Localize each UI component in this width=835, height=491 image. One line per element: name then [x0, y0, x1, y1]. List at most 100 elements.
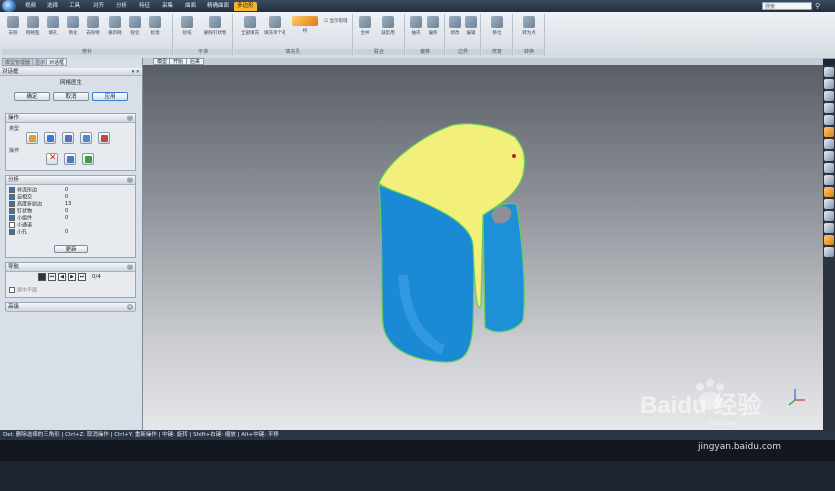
cancel-button[interactable]: 取消 — [53, 92, 89, 101]
ribbon-btn-shell[interactable]: 抽壳 — [409, 16, 423, 36]
heal-op-button[interactable] — [82, 153, 94, 165]
ok-button[interactable]: 确定 — [14, 92, 50, 101]
ribbon-btn-fill[interactable]: 填孔 — [46, 16, 60, 36]
type-btn-1[interactable] — [44, 132, 56, 144]
expand-icon[interactable]: v — [127, 304, 133, 310]
menu-tab-select[interactable]: 选择 — [44, 2, 61, 11]
menu-tab-exact-surface[interactable]: 精确曲面 — [204, 2, 232, 11]
update-button[interactable]: 更新 — [54, 245, 88, 253]
collapse-icon[interactable]: ^ — [127, 115, 133, 121]
view-iso-icon[interactable] — [824, 103, 834, 113]
collapse-icon[interactable]: ^ — [127, 177, 133, 183]
analysis-row[interactable]: 小孔 0 — [9, 229, 129, 236]
next-button[interactable]: ▶ — [68, 273, 76, 281]
panel-close-icon[interactable]: ▾ ✕ — [132, 68, 140, 76]
view-top-icon[interactable] — [824, 91, 834, 101]
apply-button[interactable]: 应用 — [92, 92, 128, 101]
menu-tab-feature[interactable]: 特征 — [136, 2, 153, 11]
checkbox[interactable] — [9, 287, 15, 293]
checkbox[interactable] — [9, 215, 15, 221]
ribbon-btn-merge[interactable]: 合并 — [358, 16, 372, 36]
view-front-icon[interactable] — [824, 67, 834, 77]
ribbon-btn-remove-feature[interactable]: 去除特征 — [86, 16, 100, 36]
color-icon[interactable] — [824, 235, 834, 245]
paint-select-icon[interactable] — [824, 187, 834, 197]
ribbon-btn-remesh[interactable]: 重新网格化 — [108, 16, 122, 36]
last-button[interactable]: ⏭ — [78, 273, 86, 281]
wireframe-icon[interactable] — [824, 211, 834, 221]
type-btn-4[interactable] — [98, 132, 110, 144]
analysis-row[interactable]: 自相交 0 — [9, 194, 129, 201]
fill-all-icon — [244, 16, 256, 28]
pan-icon[interactable] — [824, 163, 834, 173]
checkbox[interactable] — [9, 208, 15, 214]
menu-tab-surface[interactable]: 曲面 — [182, 2, 199, 11]
ribbon-btn-shift[interactable]: 移位 — [490, 16, 504, 36]
first-button[interactable]: ⏮ — [48, 273, 56, 281]
checkbox[interactable] — [9, 222, 15, 228]
ribbon-btn-offset[interactable]: 偏移 — [426, 16, 440, 36]
zoom-icon[interactable] — [824, 115, 834, 125]
checkbox[interactable] — [9, 194, 15, 200]
ribbon-btn-to-points[interactable]: 转为点 — [522, 16, 536, 36]
analysis-row-label: 自相交 — [17, 194, 33, 201]
app-logo[interactable] — [2, 0, 16, 12]
type-btn-2[interactable] — [62, 132, 74, 144]
rotate-icon[interactable] — [824, 151, 834, 161]
menu-tab-align[interactable]: 对齐 — [90, 2, 107, 11]
select-op-button[interactable] — [64, 153, 76, 165]
ribbon-btn-edit[interactable]: 编辑 — [464, 16, 478, 36]
checkbox[interactable] — [9, 187, 15, 193]
collapse-icon[interactable]: ^ — [127, 264, 133, 270]
ribbon-btn-remove[interactable]: 去除 — [6, 16, 20, 36]
menu-tab-capture[interactable]: 采集 — [159, 2, 176, 11]
center-plane-option[interactable]: 居中平面 — [9, 287, 129, 294]
menu-tab-analysis[interactable]: 分析 — [113, 2, 130, 11]
analysis-row[interactable]: 高度折射边 13 — [9, 201, 129, 208]
tab-dialog[interactable]: 对话框 — [46, 58, 68, 66]
ribbon-btn-modify[interactable]: 修改 — [448, 16, 462, 36]
ribbon-btn-bridge[interactable]: 桥 — [290, 16, 320, 34]
tab-model-manager[interactable]: 模型管理器 — [2, 58, 34, 66]
tab-start[interactable]: 开始 — [169, 58, 188, 65]
ribbon-btn-fill-all[interactable]: 全部填充 — [240, 16, 260, 36]
ribbon-btn-sandpaper[interactable]: 砂纸 — [180, 16, 194, 36]
ribbon-btn-mesh-doctor[interactable]: 网格医生 — [26, 16, 40, 36]
type-btn-auto[interactable] — [26, 132, 38, 144]
operations-header[interactable]: 操作 ^ — [6, 114, 135, 123]
type-btn-3[interactable] — [80, 132, 92, 144]
ribbon-btn-remove-spikes[interactable]: 删除钉状物 — [204, 16, 226, 36]
settings-icon[interactable] — [824, 247, 834, 257]
view-back-icon[interactable] — [824, 79, 834, 89]
search-input[interactable]: 搜索 — [762, 2, 812, 10]
menu-tab-polygon[interactable]: 多边形 — [234, 2, 257, 11]
ribbon-btn-trim[interactable]: 裁剪用 — [378, 16, 398, 36]
shading-icon[interactable] — [824, 199, 834, 209]
points-icon[interactable] — [824, 223, 834, 233]
show-cracks-checkbox[interactable]: ☑ 显示裂缝 — [324, 18, 347, 24]
navigation-header[interactable]: 导航 ^ — [6, 263, 135, 272]
advanced-header[interactable]: 高级 v — [6, 303, 135, 312]
stop-button[interactable] — [38, 273, 46, 281]
select-tool-icon[interactable] — [824, 127, 834, 137]
checkbox[interactable] — [9, 201, 15, 207]
tab-after[interactable]: 后来 — [186, 58, 205, 65]
ribbon-btn-sharpen[interactable]: 锐化 — [128, 16, 142, 36]
analysis-row[interactable]: 小组件 0 — [9, 215, 129, 222]
analysis-row[interactable]: 小通道 — [9, 222, 129, 229]
ribbon-btn-simplify[interactable]: 简化 — [66, 16, 80, 36]
menu-tab-tools[interactable]: 工具 — [66, 2, 83, 11]
fit-icon[interactable] — [824, 139, 834, 149]
ribbon-btn-relax[interactable]: 松弛 — [148, 16, 162, 36]
shift-icon — [491, 16, 503, 28]
checkbox[interactable] — [9, 229, 15, 235]
search-icon[interactable]: ⚲ — [815, 2, 823, 10]
delete-op-button[interactable]: ✕ — [46, 153, 58, 165]
menu-tab-view[interactable]: 视频 — [22, 2, 39, 11]
analysis-row[interactable]: 钉状物 0 — [9, 208, 129, 215]
lasso-icon[interactable] — [824, 175, 834, 185]
analysis-header[interactable]: 分析 ^ — [6, 176, 135, 185]
prev-button[interactable]: ◀ — [58, 273, 66, 281]
analysis-row[interactable]: 非流形边 0 — [9, 187, 129, 194]
ribbon-btn-fill-single[interactable]: 填充单个孔 — [264, 16, 286, 36]
